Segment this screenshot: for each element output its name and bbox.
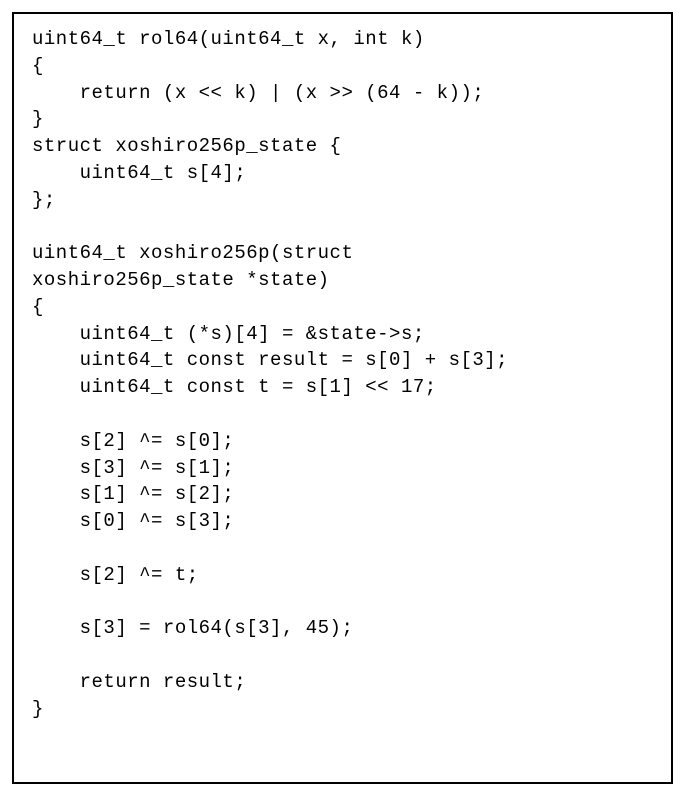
- code-content: uint64_t rol64(uint64_t x, int k) { retu…: [32, 26, 653, 722]
- code-block-container: uint64_t rol64(uint64_t x, int k) { retu…: [12, 12, 673, 784]
